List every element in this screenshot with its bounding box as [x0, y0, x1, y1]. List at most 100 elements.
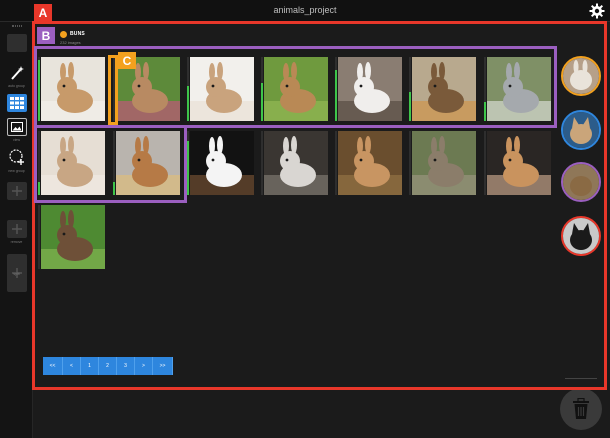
page-button-2[interactable]: 1 — [81, 357, 99, 375]
tool-sidebar: auto group view new group remove split — [0, 22, 33, 438]
similarity-bar — [113, 57, 115, 121]
image-thumbnail-rabbit-lop-white[interactable] — [190, 57, 254, 121]
auto-group-button[interactable] — [7, 64, 27, 82]
similarity-bar — [335, 131, 337, 195]
image-thumbnail-rabbit-fluffy[interactable] — [41, 131, 105, 195]
similarity-bar — [113, 131, 115, 195]
image-thumbnail-rabbit-white-baby[interactable] — [190, 131, 254, 195]
similarity-bar — [38, 205, 40, 269]
annotation-label-a: A — [34, 4, 52, 21]
page-button-6[interactable]: >> — [153, 357, 173, 375]
dog-avatar-image — [563, 218, 599, 254]
grid-view-button[interactable] — [7, 94, 27, 112]
new-group-button[interactable] — [7, 148, 27, 166]
thumbnail-image — [338, 131, 402, 195]
lasso-plus-icon — [9, 149, 24, 165]
page-button-5[interactable]: > — [135, 357, 153, 375]
split-label: split — [13, 272, 20, 276]
image-thumbnail-rabbits-pair[interactable] — [338, 57, 402, 121]
group-avatar-dogs[interactable] — [561, 216, 601, 256]
move-icon — [12, 186, 22, 196]
move-button[interactable] — [7, 182, 27, 200]
pagination: << <1 2 3 > >> — [43, 357, 173, 375]
similarity-bar — [484, 131, 486, 195]
window-title: animals_project — [273, 5, 337, 15]
page-button-1[interactable]: < — [63, 357, 81, 375]
image-thumbnail-rabbits-kitten[interactable] — [412, 57, 476, 121]
similarity-bar-fill — [187, 140, 189, 195]
similarity-bar — [187, 131, 189, 195]
thumbnail-image — [412, 131, 476, 195]
thumbnail-image — [41, 57, 105, 121]
similarity-bar — [409, 131, 411, 195]
similarity-bar-fill — [187, 85, 189, 121]
thumbnail-image — [116, 131, 180, 195]
similarity-bar-fill — [113, 182, 115, 195]
drag-handle[interactable] — [12, 25, 22, 27]
thumbnail-image — [41, 205, 105, 269]
image-thumbnail-rabbit-brown-leaves[interactable] — [338, 131, 402, 195]
similarity-bar — [187, 57, 189, 121]
similarity-bar — [409, 57, 411, 121]
view-label: view — [12, 138, 20, 142]
similarity-bar — [261, 57, 263, 121]
cat-avatar-image — [563, 112, 599, 148]
thumbnail-image — [190, 57, 254, 121]
image-icon — [11, 122, 23, 132]
grid-icon — [10, 97, 24, 109]
remove-button[interactable] — [7, 220, 27, 238]
annotation-label-c: C — [118, 52, 136, 69]
image-thumbnail-rabbit-grass[interactable] — [264, 57, 328, 121]
similarity-bar — [38, 57, 40, 121]
annotation-label-b: B — [37, 27, 55, 44]
scroll-track[interactable] — [565, 378, 597, 379]
trash-icon — [573, 398, 589, 419]
group-image-count: 232 images — [60, 40, 81, 45]
similarity-bar — [484, 57, 486, 121]
image-thumbnail-rabbit-white-brown[interactable] — [41, 57, 105, 121]
thumbnail-image — [487, 131, 551, 195]
similarity-bar — [38, 131, 40, 195]
rabbit-avatar-image — [563, 58, 599, 94]
similarity-bar-fill — [261, 82, 263, 121]
top-bar: animals_project — [0, 0, 610, 22]
image-thumbnail-rabbits-chick[interactable] — [116, 131, 180, 195]
similarity-bar-fill — [335, 69, 337, 121]
page-button-4[interactable]: 3 — [117, 357, 135, 375]
image-thumbnail-hare-running[interactable] — [41, 205, 105, 269]
thumbnail-image — [264, 57, 328, 121]
group-color-dot — [60, 31, 67, 38]
thumbnail-image — [264, 131, 328, 195]
similarity-bar-fill — [38, 60, 40, 121]
gear-icon[interactable] — [589, 3, 605, 19]
image-view-button[interactable] — [7, 118, 27, 136]
similarity-bar-fill — [38, 182, 40, 195]
image-thumbnail-rabbit-grey-white[interactable] — [487, 57, 551, 121]
group-avatar-capybaras[interactable] — [561, 162, 601, 202]
image-thumbnail-rabbit-wild[interactable] — [412, 131, 476, 195]
thumbnail-image — [412, 57, 476, 121]
similarity-bar-fill — [484, 101, 486, 121]
trash-button[interactable] — [560, 388, 602, 430]
thumbnail-image — [338, 57, 402, 121]
cross-arrows-icon — [12, 224, 22, 234]
group-name[interactable]: BUNS — [70, 31, 85, 37]
magic-wand-icon — [11, 66, 24, 80]
similarity-bar — [261, 131, 263, 195]
group-avatar-cats[interactable] — [561, 110, 601, 150]
thumbnail-image — [487, 57, 551, 121]
similarity-bar-fill — [409, 92, 411, 121]
collapsed-tool-button[interactable] — [7, 34, 27, 52]
capybara-avatar-image — [563, 164, 599, 200]
page-button-3[interactable]: 2 — [99, 357, 117, 375]
thumbnail-image — [190, 131, 254, 195]
group-avatar-BUNS[interactable] — [561, 56, 601, 96]
page-button-0[interactable]: << — [43, 357, 63, 375]
image-thumbnail-rabbits-group-white[interactable] — [264, 131, 328, 195]
image-thumbnail-rabbit-in-hand[interactable] — [487, 131, 551, 195]
thumbnail-image — [41, 131, 105, 195]
similarity-bar — [335, 57, 337, 121]
new-group-label: new group — [8, 169, 25, 173]
remove-label: remove — [10, 240, 23, 244]
auto-group-label: auto group — [8, 84, 25, 88]
